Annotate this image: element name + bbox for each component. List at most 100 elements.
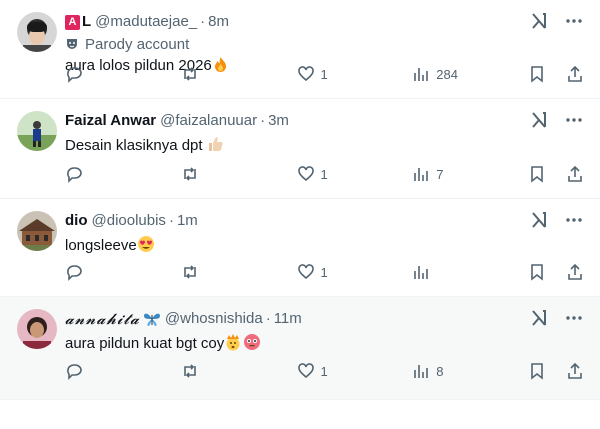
separator-dot: · bbox=[168, 212, 174, 229]
post-text: longsleeve bbox=[65, 235, 586, 256]
reply-button[interactable] bbox=[65, 362, 125, 380]
views-icon bbox=[414, 266, 429, 279]
post-text-content: aura pildun kuat bgt coy bbox=[65, 335, 225, 352]
avatar[interactable] bbox=[17, 211, 57, 251]
grok-icon[interactable] bbox=[530, 111, 548, 129]
separator-dot: · bbox=[260, 112, 266, 129]
display-name[interactable]: 𝓪𝓷𝓷𝓪𝓱𝓲𝓽𝓪 bbox=[65, 309, 140, 329]
reply-button[interactable] bbox=[65, 65, 125, 83]
repost-icon bbox=[183, 167, 196, 181]
post[interactable]: 𝓪𝓷𝓷𝓪𝓱𝓲𝓽𝓪 @whosnishida · 11m aura pildun … bbox=[0, 297, 600, 400]
secondary-actions bbox=[528, 263, 584, 281]
reply-icon bbox=[67, 167, 82, 183]
grok-icon[interactable] bbox=[530, 12, 548, 30]
timestamp[interactable]: 11m bbox=[274, 309, 302, 329]
views-button[interactable]: 8 bbox=[412, 362, 472, 380]
reply-button[interactable] bbox=[65, 263, 125, 281]
theater-mask-icon bbox=[67, 39, 77, 49]
display-name[interactable]: Faizal Anwar bbox=[65, 111, 156, 131]
like-button[interactable]: 1 bbox=[297, 362, 357, 380]
user-handle[interactable]: @faizalanuuar bbox=[160, 111, 257, 131]
user-handle[interactable]: @whosnishida bbox=[165, 309, 263, 329]
bookmark-icon[interactable] bbox=[528, 263, 546, 281]
reply-icon bbox=[67, 364, 82, 380]
repost-icon bbox=[183, 67, 196, 81]
more-icon[interactable] bbox=[566, 19, 582, 23]
like-button[interactable]: 1 bbox=[297, 65, 357, 83]
reply-icon bbox=[67, 265, 82, 281]
views-icon bbox=[414, 68, 429, 81]
grok-icon[interactable] bbox=[530, 211, 548, 229]
user-handle[interactable]: @madutaejae_ bbox=[95, 12, 197, 32]
timestamp[interactable]: 3m bbox=[268, 111, 289, 131]
like-button[interactable]: 1 bbox=[297, 263, 357, 281]
heart-icon bbox=[297, 166, 314, 182]
post-text-content: longsleeve bbox=[65, 237, 137, 254]
reply-button[interactable] bbox=[65, 165, 125, 183]
post[interactable]: dio @dioolubis · 1m longsleeve 1 bbox=[0, 199, 600, 297]
post-top-controls bbox=[530, 111, 582, 129]
post-text-content: Desain klasiknya dpt bbox=[65, 137, 203, 154]
views-icon bbox=[414, 168, 429, 181]
secondary-actions bbox=[528, 362, 584, 380]
post-header: Faizal Anwar @faizalanuuar · 3m bbox=[65, 111, 586, 131]
bookmark-icon[interactable] bbox=[528, 65, 546, 83]
thumbs-up-emoji-icon bbox=[208, 137, 223, 151]
heart-icon bbox=[297, 363, 314, 379]
post-header: 𝓪𝓷𝓷𝓪𝓱𝓲𝓽𝓪 @whosnishida · 11m bbox=[65, 309, 586, 329]
repost-button[interactable] bbox=[181, 362, 241, 380]
repost-icon bbox=[183, 364, 196, 378]
repost-button[interactable] bbox=[181, 263, 241, 281]
repost-button[interactable] bbox=[181, 65, 241, 83]
heart-icon bbox=[297, 264, 314, 280]
action-bar: 1 284 bbox=[65, 64, 584, 84]
views-button[interactable]: 7 bbox=[412, 165, 472, 183]
display-name[interactable]: L bbox=[82, 12, 91, 32]
more-icon[interactable] bbox=[566, 218, 582, 222]
avatar[interactable] bbox=[17, 309, 57, 349]
separator-dot: · bbox=[200, 13, 206, 30]
avatar[interactable] bbox=[17, 111, 57, 151]
share-icon[interactable] bbox=[566, 65, 584, 83]
exploding-head-emoji-icon bbox=[226, 334, 240, 351]
like-button[interactable]: 1 bbox=[297, 165, 357, 183]
user-handle[interactable]: @dioolubis bbox=[92, 211, 166, 231]
timestamp[interactable]: 1m bbox=[177, 211, 198, 231]
share-icon[interactable] bbox=[566, 165, 584, 183]
post-header: A L @madutaejae_ · 8m bbox=[65, 12, 586, 32]
repost-button[interactable] bbox=[181, 165, 241, 183]
timestamp[interactable]: 8m bbox=[208, 12, 229, 32]
post[interactable]: Faizal Anwar @faizalanuuar · 3m Desain k… bbox=[0, 99, 600, 199]
separator-dot: · bbox=[265, 310, 271, 327]
action-bar: 1 7 bbox=[65, 164, 584, 184]
badge-a: A bbox=[65, 14, 80, 30]
bookmark-icon[interactable] bbox=[528, 362, 546, 380]
share-icon[interactable] bbox=[566, 362, 584, 380]
display-name[interactable]: dio bbox=[65, 211, 88, 231]
post-top-controls bbox=[530, 12, 582, 30]
views-button[interactable] bbox=[412, 263, 472, 281]
post-text: aura pildun kuat bgt coy bbox=[65, 333, 586, 354]
secondary-actions bbox=[528, 65, 584, 83]
post[interactable]: A L @madutaejae_ · 8m Parody account aur… bbox=[0, 0, 600, 99]
grok-icon[interactable] bbox=[530, 309, 548, 327]
post-header: dio @dioolubis · 1m bbox=[65, 211, 586, 231]
like-count: 1 bbox=[320, 66, 328, 82]
repost-icon bbox=[183, 265, 196, 279]
view-count: 8 bbox=[436, 363, 444, 379]
action-bar: 1 8 bbox=[65, 361, 584, 381]
bookmark-icon[interactable] bbox=[528, 165, 546, 183]
parody-label: Parody account bbox=[65, 34, 586, 54]
secondary-actions bbox=[528, 165, 584, 183]
reply-feed: A L @madutaejae_ · 8m Parody account aur… bbox=[0, 0, 600, 429]
post-text: Desain klasiknya dpt bbox=[65, 135, 586, 156]
views-button[interactable]: 284 bbox=[412, 65, 472, 83]
butterfly-emoji-icon bbox=[143, 313, 160, 326]
heart-eyes-emoji-icon bbox=[137, 236, 154, 252]
like-count: 1 bbox=[320, 264, 328, 280]
flushed-emoji-icon bbox=[244, 334, 261, 350]
share-icon[interactable] bbox=[566, 263, 584, 281]
more-icon[interactable] bbox=[566, 316, 582, 320]
avatar[interactable] bbox=[17, 12, 57, 52]
more-icon[interactable] bbox=[566, 118, 582, 122]
